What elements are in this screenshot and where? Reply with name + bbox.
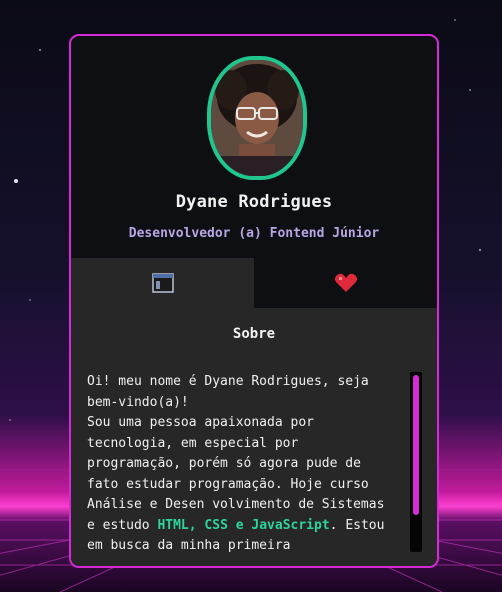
bio-line: tecnologia, em especial por [87,435,299,451]
bio-line-text: e estudo [87,517,158,533]
bio-line: fato estudar programação. Hoje curso [87,476,369,492]
profile-role: Desenvolvedor (a) Fontend Júnior [128,226,380,241]
bio-line: Oi! meu nome é Dyane Rodrigues, seja [87,374,369,389]
avatar [207,56,307,180]
browser-window-icon [151,273,174,293]
scrollbar[interactable] [410,372,422,552]
profile-name: Dyane Rodrigues [175,192,333,212]
tab-about[interactable] [71,258,254,308]
bio-line: Análise e Desen volvimento de Sistemas [87,497,385,512]
heart-icon [334,273,357,292]
about-panel: Sobre Oi! meu nome é Dyane Rodrigues, se… [71,308,437,566]
bio-line-text: . Estou [329,517,385,533]
bio-line: programação, porém só agora pude de [87,456,361,471]
tab-likes[interactable] [254,258,437,308]
bio-line: e estudo HTML, CSS e JavaScript. Estou [87,516,405,537]
tech-javascript: JavaScript [251,517,330,533]
bio-line: bem-vindo(a)! [87,394,189,410]
tech-css: CSS [204,517,228,533]
profile-card: Dyane Rodrigues Desenvolvedor (a) Fonten… [69,34,439,568]
tech-and: e [227,517,252,533]
avatar-photo [211,60,303,176]
bio-text: Oi! meu nome é Dyane Rodrigues, seja bem… [87,372,405,552]
profile-tabs [71,258,437,308]
tech-html: HTML, [157,517,197,533]
bio-line: Sou uma pessoa apaixonada por [87,415,314,430]
scrollbar-thumb[interactable] [413,375,419,515]
bio-line: em busca da minha primeira [87,538,291,552]
about-title: Sobre [232,326,276,342]
